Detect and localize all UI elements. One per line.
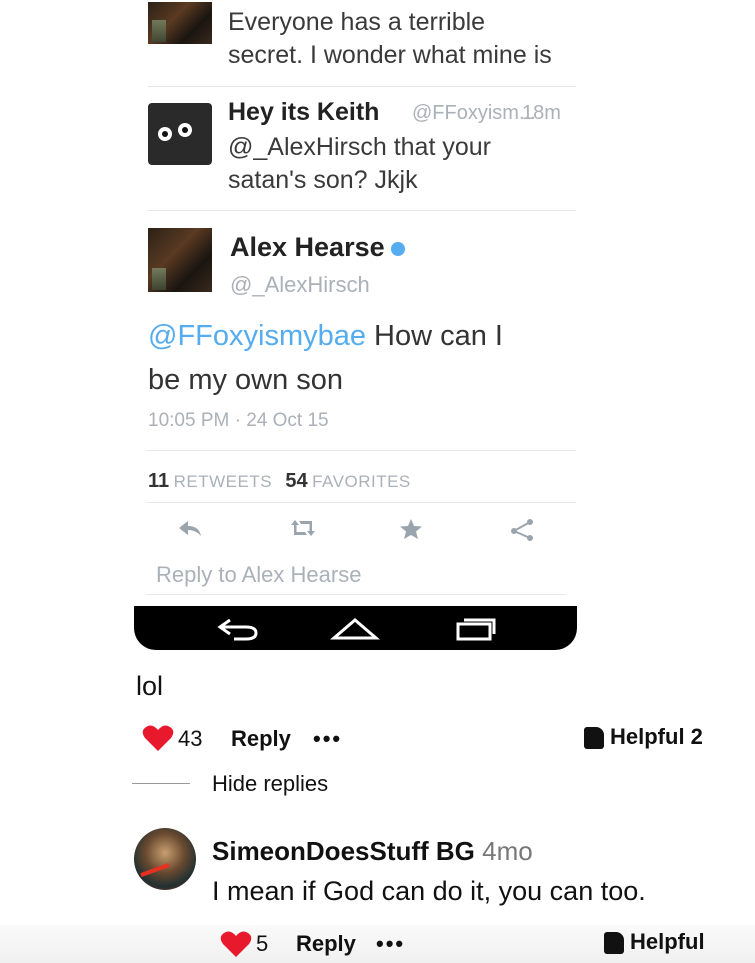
- thumbs-up-icon: [604, 932, 624, 955]
- alex-name-text: Alex Hearse: [230, 232, 385, 262]
- keith-avatar: [148, 103, 212, 165]
- helpful-label: Helpful 2: [610, 724, 703, 749]
- alex-avatar-small: [148, 2, 212, 44]
- reply-reply-button[interactable]: Reply: [296, 931, 356, 957]
- comment-like-count: 43: [178, 726, 203, 751]
- comment-more-button[interactable]: •••: [313, 726, 342, 752]
- retweets-label[interactable]: RETWEETS: [174, 472, 272, 491]
- keith-time: 18m: [522, 102, 561, 124]
- home-icon[interactable]: [330, 616, 380, 642]
- verified-badge-icon: [390, 241, 405, 256]
- reply-like-count: 5: [256, 931, 269, 956]
- reply-avatar[interactable]: [134, 828, 196, 890]
- share-icon[interactable]: [508, 517, 536, 541]
- thumbs-up-icon: [584, 727, 604, 750]
- separator: [148, 86, 576, 87]
- reply-icon[interactable]: [176, 517, 204, 539]
- top-tweet-line1: Everyone has a terrible: [228, 8, 486, 36]
- separator: [148, 210, 576, 211]
- tweet-reply-input[interactable]: Reply to Alex Hearse: [146, 556, 566, 595]
- reply-header: SimeonDoesStuff BG 4mo: [212, 836, 533, 867]
- hide-replies-button[interactable]: Hide replies: [212, 771, 328, 797]
- reply-placeholder: Reply to Alex Hearse: [156, 562, 362, 587]
- alex-avatar[interactable]: [148, 228, 212, 292]
- retweet-icon[interactable]: [287, 517, 319, 539]
- comment-helpful-button[interactable]: Helpful 2: [584, 724, 703, 750]
- star-icon[interactable]: [398, 517, 424, 541]
- separator: [146, 502, 576, 503]
- mention-link[interactable]: @FFoxyismybae: [148, 320, 366, 352]
- eye-right-icon: [178, 123, 192, 137]
- alex-tweet-line1: @FFoxyismybae How can I: [148, 316, 503, 356]
- eye-left-icon: [158, 127, 172, 141]
- reply-text: I mean if God can do it, you can too.: [212, 876, 646, 906]
- favorites-count: 54: [285, 470, 308, 492]
- tweet-text: How can I: [365, 320, 503, 352]
- keith-text-line1: @_AlexHirsch that your: [228, 133, 491, 161]
- lightsaber-icon: [140, 862, 170, 878]
- heart-icon[interactable]: [142, 724, 174, 752]
- divider: [132, 783, 190, 784]
- reply-age: 4mo: [482, 836, 533, 866]
- retweets-count: 11: [148, 470, 170, 492]
- keith-handle[interactable]: @FFoxyism...: [412, 102, 536, 125]
- back-icon[interactable]: [216, 616, 262, 642]
- keith-name[interactable]: Hey its Keith: [228, 98, 379, 127]
- reply-username[interactable]: SimeonDoesStuff BG: [212, 836, 475, 866]
- alex-handle[interactable]: @_AlexHirsch: [230, 272, 370, 298]
- separator: [146, 450, 576, 451]
- recents-icon[interactable]: [454, 616, 498, 642]
- favorites-label[interactable]: FAVORITES: [312, 472, 411, 491]
- tweet-timestamp: 10:05 PM · 24 Oct 15: [148, 410, 329, 431]
- comment-reply-button[interactable]: Reply: [231, 726, 291, 752]
- reply-more-button[interactable]: •••: [376, 931, 405, 957]
- tweet-stats: 11 RETWEETS 54 FAVORITES: [148, 470, 411, 493]
- android-navbar: [134, 606, 577, 650]
- top-tweet-line2: secret. I wonder what mine is: [228, 41, 552, 69]
- alex-name[interactable]: Alex Hearse: [230, 232, 405, 263]
- heart-icon[interactable]: [220, 930, 252, 958]
- comment-text: lol: [136, 671, 164, 701]
- helpful-label: Helpful: [630, 929, 705, 954]
- alex-tweet-line2: be my own son: [148, 364, 344, 396]
- reply-helpful-button[interactable]: Helpful: [604, 929, 705, 955]
- keith-text-line2: satan's son? Jkjk: [228, 166, 418, 194]
